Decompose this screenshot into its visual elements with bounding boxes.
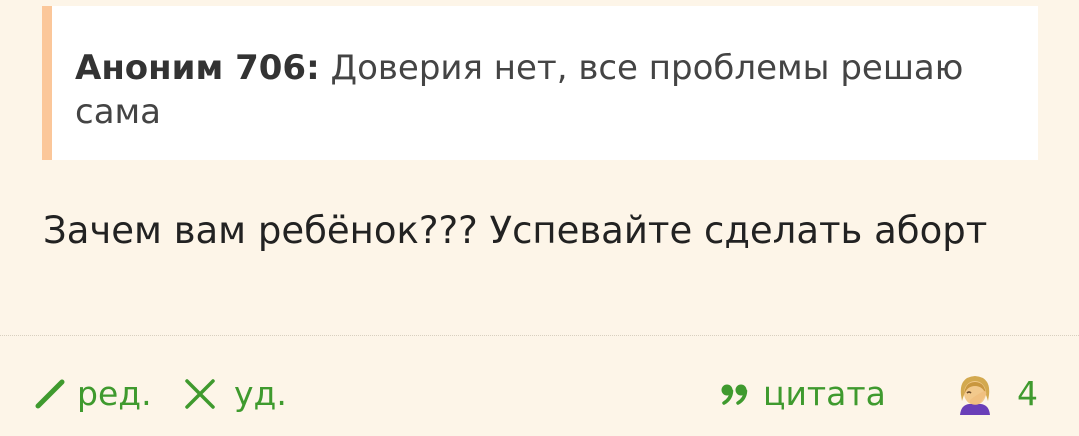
divider [0, 335, 1079, 336]
likes-count: 4 [1017, 374, 1038, 413]
quoted-reply: Аноним 706: Доверия нет, все проблемы ре… [42, 6, 1038, 160]
message-text: Зачем вам ребёнок??? Успевайте сделать а… [43, 209, 988, 252]
delete-label: уд. [234, 374, 287, 413]
pencil-icon [35, 379, 65, 409]
reaction-button[interactable]: 4 [955, 372, 1038, 416]
edit-button[interactable]: ред. [33, 372, 152, 416]
facepalm-emoji-icon [960, 376, 990, 415]
delete-button[interactable]: уд. [184, 372, 287, 416]
quote-author: Аноним 706: [75, 48, 320, 88]
quote-button[interactable]: цитата [721, 372, 886, 416]
close-icon [185, 379, 215, 409]
quote-marks-icon [721, 384, 748, 405]
quote-text-block: Аноним 706: Доверия нет, все проблемы ре… [75, 46, 975, 134]
edit-label: ред. [77, 374, 152, 413]
quote-label: цитата [763, 374, 886, 413]
